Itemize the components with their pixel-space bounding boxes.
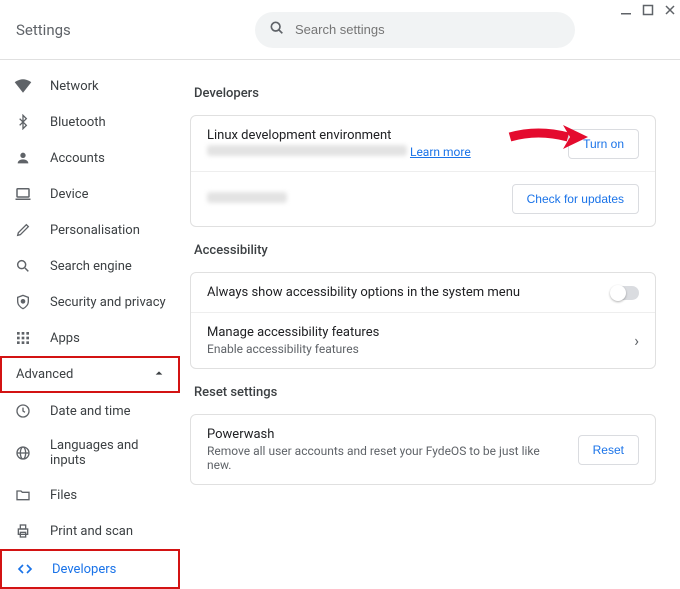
sidebar-item-search-engine[interactable]: Search engine	[0, 248, 180, 284]
sidebar-item-label: Print and scan	[50, 524, 133, 539]
sidebar-advanced-label: Advanced	[16, 367, 73, 382]
search-icon	[269, 20, 285, 40]
content-area: Developers Linux development environment…	[180, 60, 680, 523]
redacted-text: xxxxxxxxxxxxxxxxxxxxxxxxxxxxxx	[207, 145, 407, 156]
row-check-updates: xxxxxxxxx Check for updates	[191, 171, 655, 226]
sidebar-item-languages[interactable]: Languages and inputs	[0, 429, 180, 477]
close-icon[interactable]	[664, 4, 676, 16]
pen-icon	[14, 221, 32, 239]
clock-icon	[14, 402, 32, 420]
sidebar-item-label: Apps	[50, 331, 80, 346]
shield-icon	[14, 293, 32, 311]
globe-icon	[14, 444, 32, 462]
sidebar-item-label: Network	[50, 79, 99, 94]
maximize-icon[interactable]	[642, 4, 654, 16]
manage-a11y-sub: Enable accessibility features	[207, 342, 622, 356]
page-title: Settings	[16, 21, 166, 39]
search-container[interactable]	[255, 12, 575, 48]
always-show-label: Always show accessibility options in the…	[207, 285, 599, 300]
printer-icon	[14, 522, 32, 540]
sidebar-item-label: Date and time	[50, 404, 131, 419]
sidebar-item-label: Device	[50, 187, 89, 202]
minimize-icon[interactable]	[620, 4, 632, 16]
turn-on-button[interactable]: Turn on	[568, 129, 639, 159]
row-always-show-a11y[interactable]: Always show accessibility options in the…	[191, 273, 655, 312]
sidebar-item-label: Bluetooth	[50, 115, 106, 130]
chevron-up-icon	[154, 367, 164, 382]
manage-a11y-title: Manage accessibility features	[207, 325, 622, 340]
wifi-icon	[14, 77, 32, 95]
sidebar-item-accounts[interactable]: Accounts	[0, 140, 180, 176]
sidebar-item-label: Search engine	[50, 259, 132, 274]
section-heading-developers: Developers	[194, 86, 656, 101]
sidebar-item-label: Accounts	[50, 151, 105, 166]
powerwash-sub: Remove all user accounts and reset your …	[207, 444, 566, 472]
sidebar-item-date-time[interactable]: Date and time	[0, 393, 180, 429]
sidebar-item-label: Files	[50, 488, 77, 503]
section-heading-accessibility: Accessibility	[194, 243, 656, 258]
row-manage-a11y[interactable]: Manage accessibility features Enable acc…	[191, 312, 655, 368]
sidebar-item-apps[interactable]: Apps	[0, 320, 180, 356]
sidebar-item-network[interactable]: Network	[0, 68, 180, 104]
magnify-icon	[14, 257, 32, 275]
row-linux-dev-env: Linux development environment xxxxxxxxxx…	[191, 116, 655, 171]
check-updates-button[interactable]: Check for updates	[512, 184, 639, 214]
sidebar: Network Bluetooth Accounts Device Person…	[0, 60, 180, 523]
sidebar-item-label: Security and privacy	[50, 295, 166, 310]
folder-icon	[14, 486, 32, 504]
sidebar-item-label: Developers	[52, 562, 116, 577]
sidebar-item-bluetooth[interactable]: Bluetooth	[0, 104, 180, 140]
laptop-icon	[14, 185, 32, 203]
learn-more-link[interactable]: Learn more	[410, 145, 471, 159]
person-icon	[14, 149, 32, 167]
sidebar-item-personalisation[interactable]: Personalisation	[0, 212, 180, 248]
sidebar-item-print[interactable]: Print and scan	[0, 513, 180, 549]
section-heading-reset: Reset settings	[194, 385, 656, 400]
code-icon	[16, 560, 34, 578]
sidebar-item-files[interactable]: Files	[0, 477, 180, 513]
powerwash-title: Powerwash	[207, 427, 566, 442]
reset-button[interactable]: Reset	[578, 435, 639, 465]
row-powerwash: Powerwash Remove all user accounts and r…	[191, 415, 655, 484]
sidebar-item-device[interactable]: Device	[0, 176, 180, 212]
sidebar-item-label: Languages and inputs	[50, 438, 166, 468]
sidebar-item-security[interactable]: Security and privacy	[0, 284, 180, 320]
sidebar-advanced-toggle[interactable]: Advanced	[0, 356, 180, 393]
linux-title: Linux development environment	[207, 128, 556, 143]
sidebar-item-developers[interactable]: Developers	[0, 549, 180, 589]
apps-icon	[14, 329, 32, 347]
redacted-text: xxxxxxxxx	[207, 192, 287, 203]
chevron-right-icon: ›	[634, 331, 639, 350]
bluetooth-icon	[14, 113, 32, 131]
search-input[interactable]	[295, 22, 561, 37]
sidebar-item-label: Personalisation	[50, 223, 140, 238]
always-show-toggle[interactable]	[611, 286, 639, 300]
